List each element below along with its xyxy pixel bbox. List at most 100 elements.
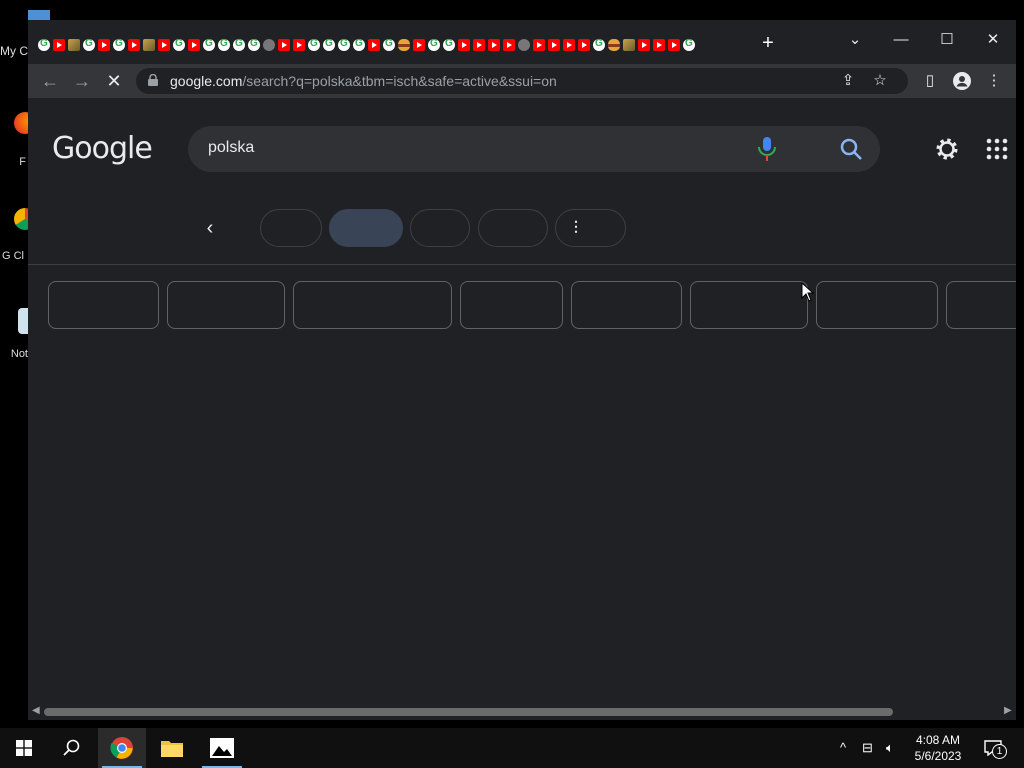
tab-favicon-icon[interactable] bbox=[668, 39, 680, 51]
windows-logo-icon bbox=[16, 740, 32, 756]
tab-favicon-icon[interactable] bbox=[53, 39, 65, 51]
tab-favicon-icon[interactable] bbox=[443, 38, 455, 51]
clock-date: 5/6/2023 bbox=[914, 749, 962, 763]
related-search-card[interactable] bbox=[571, 281, 682, 329]
search-filter-chips: ‹ ⋮ bbox=[28, 208, 1016, 248]
tab-favicon-icon[interactable] bbox=[248, 38, 260, 51]
filter-chip[interactable] bbox=[260, 209, 322, 247]
network-icon[interactable]: ⊟ bbox=[862, 740, 873, 756]
microphone-icon[interactable] bbox=[756, 136, 778, 162]
horizontal-scrollbar[interactable]: ◀ ▶ bbox=[28, 704, 1016, 720]
related-search-card[interactable] bbox=[48, 281, 159, 329]
chevron-left-icon[interactable]: ‹ bbox=[198, 214, 222, 242]
profile-icon[interactable] bbox=[952, 71, 972, 91]
tab-favicon-icon[interactable] bbox=[353, 38, 365, 51]
related-search-card[interactable] bbox=[690, 281, 808, 329]
tab-favicon-icon[interactable] bbox=[593, 38, 605, 51]
google-apps-icon[interactable] bbox=[986, 138, 1008, 160]
start-button[interactable] bbox=[0, 728, 48, 768]
forward-button[interactable]: → bbox=[70, 69, 94, 93]
related-search-card[interactable] bbox=[460, 281, 563, 329]
taskbar-photos[interactable] bbox=[198, 728, 246, 768]
search-box[interactable]: polska bbox=[188, 126, 880, 172]
tab-favicon-icon[interactable] bbox=[623, 39, 635, 51]
tab-favicon-icon[interactable] bbox=[113, 38, 125, 51]
browser-menu-icon[interactable]: ⋮ bbox=[984, 71, 1004, 91]
tab-favicon-icon[interactable] bbox=[683, 38, 695, 51]
tab-favicon-icon[interactable] bbox=[83, 38, 95, 51]
tab-favicon-icon[interactable] bbox=[533, 39, 545, 51]
tab-favicon-icon[interactable] bbox=[488, 39, 500, 51]
notification-center-button[interactable]: 1 bbox=[976, 728, 1024, 768]
tab-favicon-icon[interactable] bbox=[278, 39, 290, 51]
url-text: google.com/search?q=polska&tbm=isch&safe… bbox=[170, 73, 557, 89]
tab-favicon-icon[interactable] bbox=[38, 38, 50, 51]
tab-favicon-icon[interactable] bbox=[188, 39, 200, 51]
tab-favicon-icon[interactable] bbox=[233, 38, 245, 51]
taskbar-search-button[interactable] bbox=[48, 728, 96, 768]
taskbar-file-explorer[interactable] bbox=[148, 728, 196, 768]
volume-icon[interactable]: 🔈︎ bbox=[886, 740, 894, 756]
filter-chip[interactable] bbox=[478, 209, 548, 247]
lock-icon bbox=[148, 74, 158, 86]
tab-favicon-icon[interactable] bbox=[473, 39, 485, 51]
tab-favicon-icon[interactable] bbox=[398, 39, 410, 51]
google-logo[interactable]: Google bbox=[52, 131, 153, 166]
tab-favicon-icon[interactable] bbox=[503, 39, 515, 51]
close-button[interactable]: ✕ bbox=[978, 26, 1008, 54]
scrollbar-thumb[interactable] bbox=[44, 708, 893, 716]
filter-chip-active[interactable] bbox=[329, 209, 403, 247]
bookmark-star-icon[interactable]: ☆ bbox=[870, 71, 890, 91]
new-tab-button[interactable]: + bbox=[759, 33, 777, 53]
tab-favicon-icon[interactable] bbox=[413, 39, 425, 51]
search-results-page: Google polska ‹ ⋮ bbox=[28, 98, 1016, 704]
tab-favicon-icon[interactable] bbox=[458, 39, 470, 51]
tab-search-icon[interactable]: ⌄ bbox=[840, 26, 870, 54]
photos-icon bbox=[210, 738, 234, 758]
tab-favicon-icon[interactable] bbox=[383, 38, 395, 51]
scroll-right-arrow-icon[interactable]: ▶ bbox=[1004, 705, 1012, 716]
tab-favicon-icon[interactable] bbox=[158, 39, 170, 51]
stop-loading-button[interactable]: ✕ bbox=[102, 69, 126, 93]
tab-favicon-icon[interactable] bbox=[128, 39, 140, 51]
tab-favicon-icon[interactable] bbox=[308, 38, 320, 51]
tab-favicon-icon[interactable] bbox=[173, 38, 185, 51]
tab-favicon-icon[interactable] bbox=[368, 39, 380, 51]
maximize-button[interactable]: ☐ bbox=[932, 26, 962, 54]
tab-favicon-icon[interactable] bbox=[263, 39, 275, 51]
related-search-card[interactable] bbox=[946, 281, 1016, 329]
tab-favicon-icon[interactable] bbox=[428, 38, 440, 51]
search-icon[interactable] bbox=[838, 136, 864, 162]
show-hidden-icons-chevron-icon[interactable]: ^ bbox=[840, 740, 846, 755]
tab-favicon-icon[interactable] bbox=[518, 39, 530, 51]
tab-favicon-icon[interactable] bbox=[68, 39, 80, 51]
tab-favicon-icon[interactable] bbox=[143, 39, 155, 51]
minimize-button[interactable]: — bbox=[886, 26, 916, 54]
tab-favicon-icon[interactable] bbox=[608, 39, 620, 51]
tab-favicon-icon[interactable] bbox=[218, 38, 230, 51]
more-filters-chip[interactable]: ⋮ bbox=[555, 209, 626, 247]
address-bar[interactable]: google.com/search?q=polska&tbm=isch&safe… bbox=[136, 68, 908, 94]
tab-favicon-icon[interactable] bbox=[338, 38, 350, 51]
tab-favicon-icon[interactable] bbox=[578, 39, 590, 51]
system-clock[interactable]: 4:08 AM 5/6/2023 bbox=[912, 732, 964, 764]
tab-favicon-icon[interactable] bbox=[323, 38, 335, 51]
related-search-card[interactable] bbox=[167, 281, 285, 329]
taskbar-chrome[interactable] bbox=[98, 728, 146, 768]
scroll-left-arrow-icon[interactable]: ◀ bbox=[32, 705, 40, 716]
share-icon[interactable]: ⇪ bbox=[838, 71, 858, 91]
side-panel-icon[interactable]: ▯ bbox=[920, 71, 940, 91]
filter-chip[interactable] bbox=[410, 209, 470, 247]
back-button[interactable]: ← bbox=[38, 69, 62, 93]
tab-favicon-icon[interactable] bbox=[638, 39, 650, 51]
tab-favicon-icon[interactable] bbox=[203, 38, 215, 51]
tab-favicon-icon[interactable] bbox=[653, 39, 665, 51]
related-search-card[interactable] bbox=[293, 281, 452, 329]
tab-favicon-icon[interactable] bbox=[98, 39, 110, 51]
tab-favicon-icon[interactable] bbox=[563, 39, 575, 51]
settings-gear-icon[interactable] bbox=[934, 136, 960, 162]
related-search-card[interactable] bbox=[816, 281, 938, 329]
search-input[interactable]: polska bbox=[208, 139, 254, 157]
tab-favicon-icon[interactable] bbox=[293, 39, 305, 51]
tab-favicon-icon[interactable] bbox=[548, 39, 560, 51]
